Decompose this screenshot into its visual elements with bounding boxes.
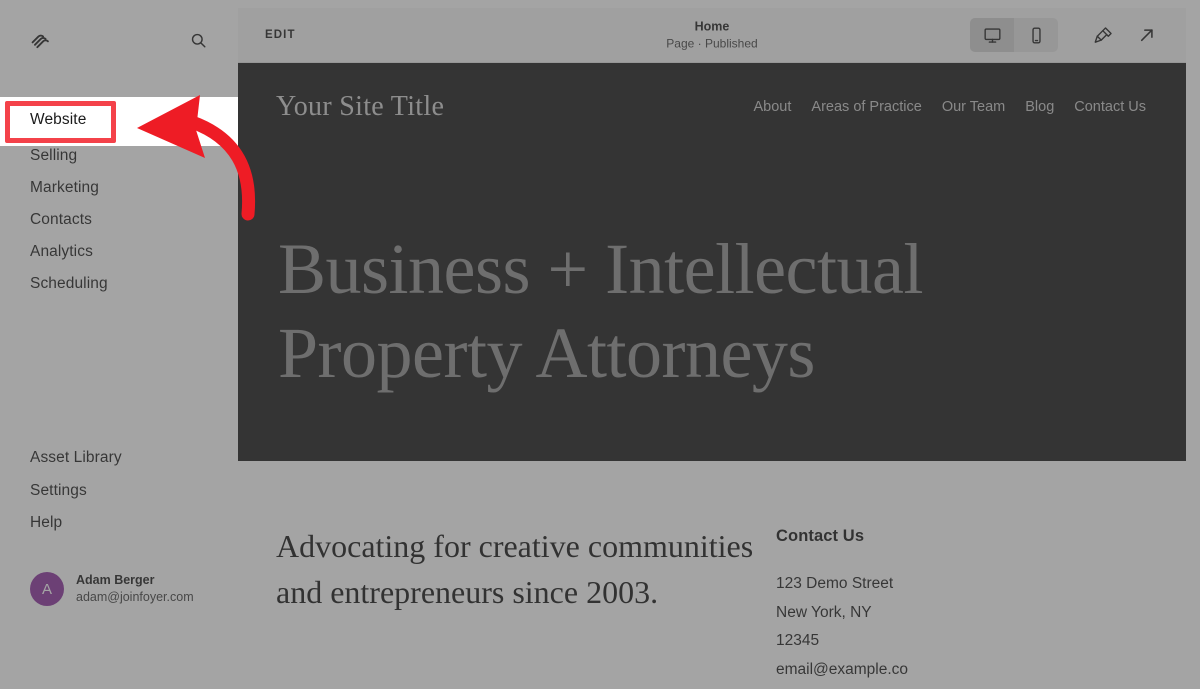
site-title[interactable]: Your Site Title	[276, 91, 444, 123]
site-nav-link-contact-us[interactable]: Contact Us	[1074, 99, 1146, 115]
desktop-monitor-icon[interactable]	[970, 18, 1014, 52]
app-root: Website Selling Marketing Contacts Analy…	[0, 0, 1200, 689]
site-tagline: Advocating for creative communities and …	[276, 528, 754, 611]
site-preview-panel: EDIT Home Page · Published Your Site Tit…	[238, 8, 1186, 689]
account-menu[interactable]: A Adam Berger adam@joinfoyer.com	[30, 572, 194, 606]
sidebar-item-contacts[interactable]: Contacts	[0, 204, 238, 236]
site-nav-link-about[interactable]: About	[754, 99, 792, 115]
account-details: Adam Berger adam@joinfoyer.com	[76, 573, 194, 605]
sidebar-item-selling[interactable]: Selling	[0, 140, 238, 172]
lower-grid: Advocating for creative communities and …	[276, 523, 1146, 685]
site-nav-link-our-team[interactable]: Our Team	[942, 99, 1005, 115]
sidebar-item-label: Contacts	[30, 211, 92, 228]
sidebar-item-label: Settings	[30, 481, 87, 499]
sidebar-header	[0, 0, 238, 76]
edit-button[interactable]: EDIT	[265, 29, 296, 41]
sidebar-item-help[interactable]: Help	[0, 507, 238, 540]
rendered-site: Your Site Title About Areas of Practice …	[238, 63, 1186, 689]
sidebar-secondary-nav: Asset Library Settings Help	[0, 442, 238, 540]
squarespace-logo-icon[interactable]	[28, 28, 54, 54]
paintbrush-icon[interactable]	[1086, 18, 1120, 52]
contact-heading: Contact Us	[776, 527, 865, 545]
sidebar-item-settings[interactable]: Settings	[0, 475, 238, 508]
sidebar-item-label: Scheduling	[30, 275, 108, 292]
site-lower-section: Advocating for creative communities and …	[238, 461, 1186, 689]
sidebar-item-scheduling[interactable]: Scheduling	[0, 268, 238, 300]
sidebar-item-analytics[interactable]: Analytics	[0, 236, 238, 268]
avatar: A	[30, 572, 64, 606]
site-nav-link-areas-of-practice[interactable]: Areas of Practice	[811, 99, 921, 115]
site-header: Your Site Title About Areas of Practice …	[238, 63, 1186, 151]
sidebar-item-marketing[interactable]: Marketing	[0, 172, 238, 204]
contact-line-city: New York, NY	[776, 603, 872, 621]
sidebar-item-website[interactable]: Website	[0, 108, 238, 140]
sidebar-item-label: Selling	[30, 147, 78, 164]
sidebar-item-asset-library[interactable]: Asset Library	[0, 442, 238, 475]
site-nav-link-blog[interactable]: Blog	[1025, 99, 1054, 115]
site-hero-section: Your Site Title About Areas of Practice …	[238, 63, 1186, 461]
account-name: Adam Berger	[76, 572, 155, 587]
sidebar-item-label: Website	[30, 115, 87, 132]
toolbar-actions	[970, 18, 1164, 52]
preview-toolbar: EDIT Home Page · Published	[238, 8, 1186, 63]
contact-block: Contact Us 123 Demo Street New York, NY …	[776, 523, 908, 685]
sidebar-item-label: Analytics	[30, 243, 93, 260]
mobile-phone-icon[interactable]	[1014, 18, 1058, 52]
site-nav: About Areas of Practice Our Team Blog Co…	[754, 99, 1147, 115]
contact-line-zip: 12345	[776, 632, 820, 650]
device-toggle	[970, 18, 1058, 52]
external-link-arrow-icon[interactable]	[1130, 18, 1164, 52]
hero-headline: Business + Intellectual Property Attorne…	[278, 229, 923, 393]
sidebar-item-label: Asset Library	[30, 449, 122, 466]
sidebar: Website Selling Marketing Contacts Analy…	[0, 0, 238, 689]
contact-line-street: 123 Demo Street	[776, 575, 894, 592]
account-email: adam@joinfoyer.com	[76, 589, 194, 604]
sidebar-item-label: Marketing	[30, 179, 99, 196]
sidebar-primary-nav: Website Selling Marketing Contacts Analy…	[0, 108, 238, 300]
sidebar-item-label: Help	[30, 514, 63, 531]
search-icon[interactable]	[184, 26, 212, 54]
contact-line-email: email@example.co	[776, 661, 909, 679]
